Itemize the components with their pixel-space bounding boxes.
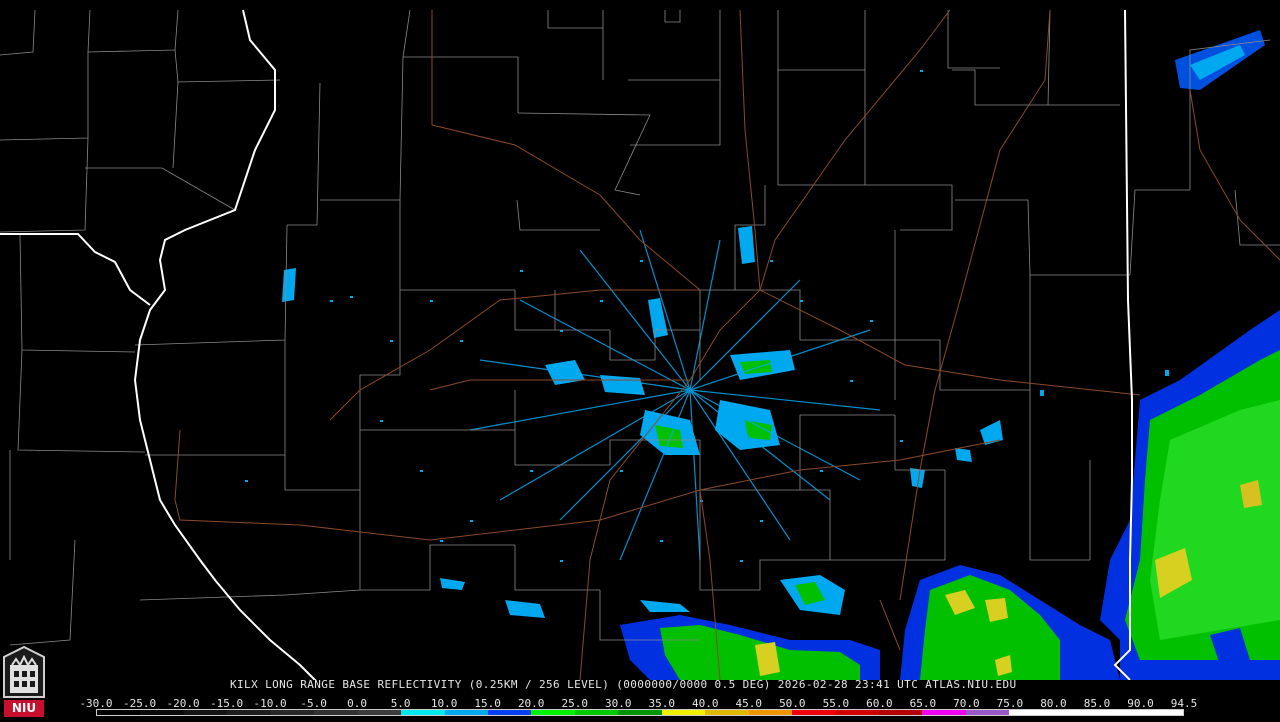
colorbar-segment [965, 710, 1010, 715]
dbz-colorbar [96, 709, 1184, 716]
colorbar-segment [487, 710, 532, 715]
colorbar-segment [1052, 710, 1097, 715]
colorbar-segment [531, 710, 575, 715]
colorbar-segment [705, 710, 749, 715]
colorbar-segment [227, 710, 271, 715]
colorbar-segment [1009, 710, 1053, 715]
niu-logo: NIU [2, 645, 46, 718]
colorbar-segment [748, 710, 792, 715]
colorbar-segment [270, 710, 315, 715]
niu-logo-text: NIU [11, 701, 37, 715]
colorbar-segment [922, 710, 966, 715]
colorbar-segment [878, 710, 923, 715]
colorbar-segment [357, 710, 402, 715]
colorbar-segment [1096, 710, 1140, 715]
dbz-scale-labels: -30.0 -25.0 -20.0 -15.0 -10.0 -5.0 0.0 5.0 10.0 1… [79, 697, 1197, 710]
colorbar-segment [140, 710, 184, 715]
product-caption: KILX LONG RANGE BASE REFLECTIVITY (0.25K… [230, 678, 1017, 691]
colorbar-segment [661, 710, 706, 715]
colorbar-segment [835, 710, 879, 715]
radar-map [0, 0, 1280, 720]
colorbar-segment [574, 710, 619, 715]
colorbar-segment [314, 710, 358, 715]
colorbar-segment [618, 710, 662, 715]
colorbar-segment [444, 710, 488, 715]
colorbar-segment [183, 710, 228, 715]
colorbar-segment [1139, 710, 1183, 715]
colorbar-segment [97, 710, 141, 715]
colorbar-segment [792, 710, 836, 715]
colorbar-segment [401, 710, 445, 715]
